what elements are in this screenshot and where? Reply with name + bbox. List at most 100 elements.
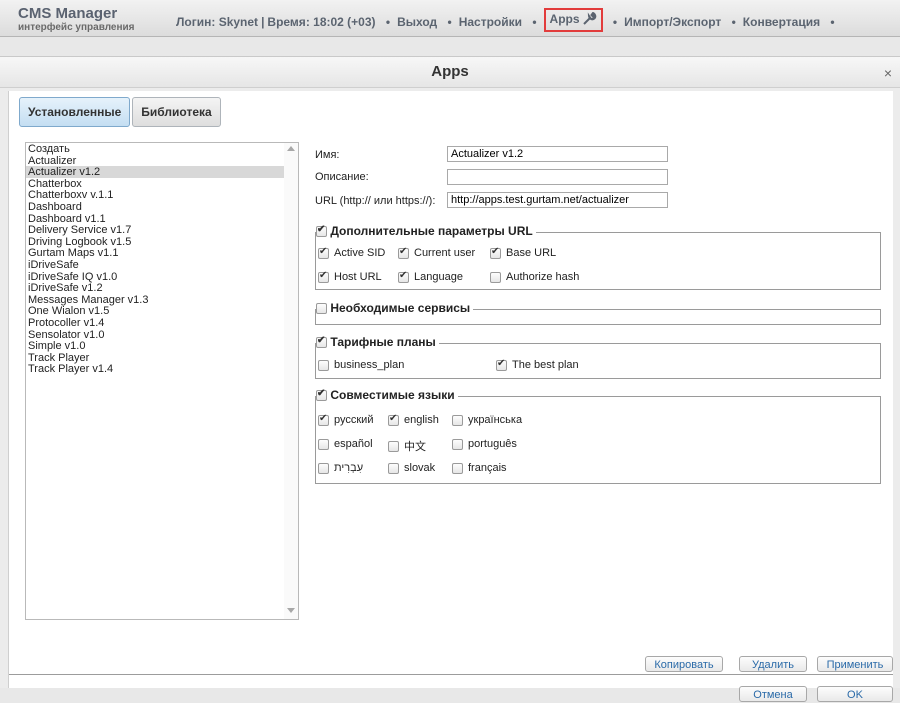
nav-settings[interactable]: Настройки <box>459 15 522 29</box>
opt-label: Authorize hash <box>506 271 580 284</box>
list-item[interactable]: Chatterbox <box>26 178 298 190</box>
cancel-button[interactable]: Отмена <box>739 686 807 702</box>
opt-host-url[interactable]: Host URL <box>318 270 382 284</box>
list-item[interactable]: Protocoller v1.4 <box>26 317 298 329</box>
ok-button[interactable]: OK <box>817 686 893 702</box>
app-list-items: Создать Actualizer Actualizer v1.2 Chatterb… <box>26 143 298 375</box>
footer-divider <box>9 674 893 675</box>
opt-language[interactable]: Language <box>398 270 463 283</box>
checkbox[interactable] <box>318 270 329 283</box>
list-item[interactable]: Actualizer v1.2 <box>26 166 298 178</box>
login-info: Логин: Skynet <box>176 15 259 30</box>
url-field[interactable] <box>447 192 668 208</box>
checkbox[interactable] <box>388 440 399 452</box>
app-list[interactable]: Создать Actualizer Actualizer v1.2 Chatterb… <box>25 142 299 620</box>
opt-lang-pt[interactable]: português <box>452 438 517 450</box>
languages-checkbox[interactable] <box>316 388 327 402</box>
opt-lang-sk[interactable]: slovak <box>388 462 435 474</box>
checkbox[interactable] <box>490 271 501 283</box>
opt-active-sid[interactable]: Active SID <box>318 246 386 260</box>
opt-authorize-hash[interactable]: Authorize hash <box>490 271 579 283</box>
nav-conversion[interactable]: Конвертация <box>743 15 820 29</box>
opt-label: українська <box>468 414 523 427</box>
dialog-title-bar: Apps × <box>0 57 900 88</box>
url-params-checkbox[interactable] <box>316 224 327 238</box>
checkbox[interactable] <box>496 358 507 371</box>
description-label: Описание: <box>315 171 369 183</box>
tab-installed[interactable]: Установленные <box>19 97 131 127</box>
services-checkbox[interactable] <box>316 303 327 315</box>
list-item[interactable]: Sensolator v1.0 <box>26 329 298 341</box>
delete-button[interactable]: Удалить <box>739 656 807 672</box>
list-item[interactable]: Dashboard <box>26 201 298 213</box>
opt-label: Host URL <box>334 271 382 284</box>
list-item[interactable]: Messages Manager v1.3 <box>26 294 298 306</box>
list-item[interactable]: Driving Logbook v1.5 <box>26 236 298 248</box>
services-legend: Необходимые сервисы <box>316 301 474 315</box>
close-icon[interactable]: × <box>884 65 892 81</box>
url-params-group: Дополнительные параметры URL Active SID … <box>315 224 881 290</box>
opt-lang-uk[interactable]: українська <box>452 414 522 426</box>
opt-lang-zh[interactable]: 中文 <box>388 438 426 454</box>
list-item[interactable]: Gurtam Maps v1.1 <box>26 247 298 260</box>
checkbox[interactable] <box>398 270 409 283</box>
checkbox[interactable] <box>318 413 329 426</box>
opt-lang-he[interactable]: עִבְרִית <box>318 462 363 474</box>
list-item[interactable]: One Wialon v1.5 <box>26 305 298 318</box>
languages-legend: Совместимые языки <box>316 388 458 402</box>
opt-label: Active SID <box>334 247 386 260</box>
list-scrollbar[interactable] <box>284 143 298 619</box>
opt-label: slovak <box>404 462 436 475</box>
list-item[interactable]: Создать <box>26 143 298 155</box>
list-item[interactable]: Chatterboxv v.1.1 <box>26 189 298 202</box>
apply-button[interactable]: Применить <box>817 656 893 672</box>
opt-lang-ru[interactable]: русский <box>318 413 374 427</box>
checkbox[interactable] <box>318 246 329 259</box>
opt-business-plan[interactable]: business_plan <box>318 359 404 371</box>
list-item[interactable]: Dashboard v1.1 <box>26 213 298 225</box>
list-item[interactable]: iDriveSafe v1.2 <box>26 282 298 294</box>
nav-logout[interactable]: Выход <box>397 15 437 29</box>
opt-label: Current user <box>414 247 476 260</box>
checkbox[interactable] <box>388 462 399 474</box>
opt-best-plan[interactable]: The best plan <box>496 358 579 371</box>
checkbox[interactable] <box>452 462 463 474</box>
checkbox[interactable] <box>388 413 399 426</box>
list-item[interactable]: Delivery Service v1.7 <box>26 224 298 236</box>
list-item[interactable]: Track Player <box>26 352 298 364</box>
opt-label: русский <box>334 414 374 427</box>
tab-library[interactable]: Библиотека <box>132 97 221 127</box>
nav-apps[interactable]: Apps <box>543 8 603 32</box>
opt-label: english <box>404 414 439 427</box>
tabs: Установленные Библиотека <box>19 97 223 127</box>
copy-button[interactable]: Копировать <box>645 656 723 672</box>
checkbox[interactable] <box>398 246 409 259</box>
opt-lang-en[interactable]: english <box>388 413 439 427</box>
checkbox[interactable] <box>452 414 463 426</box>
list-item[interactable]: iDriveSafe IQ v1.0 <box>26 271 298 283</box>
opt-base-url[interactable]: Base URL <box>490 246 556 259</box>
dialog-title: Apps <box>431 63 469 80</box>
checkbox[interactable] <box>318 462 329 474</box>
checkbox[interactable] <box>318 438 329 450</box>
nav-import-export[interactable]: Импорт/Экспорт <box>624 15 721 29</box>
opt-lang-es[interactable]: español <box>318 438 373 450</box>
checkbox[interactable] <box>318 359 329 371</box>
list-item[interactable]: Simple v1.0 <box>26 340 298 352</box>
opt-label: עִבְרִית <box>334 462 364 475</box>
plans-checkbox[interactable] <box>316 335 327 349</box>
scroll-up-icon[interactable] <box>287 146 295 151</box>
list-item[interactable]: Track Player v1.4 <box>26 363 298 375</box>
checkbox[interactable] <box>490 246 501 259</box>
services-title: Необходимые сервисы <box>330 301 471 315</box>
description-field[interactable] <box>447 169 668 185</box>
list-item[interactable]: Actualizer <box>26 155 298 167</box>
list-item[interactable]: iDriveSafe <box>26 259 298 271</box>
opt-lang-fr[interactable]: français <box>452 462 507 474</box>
plans-group: Тарифные планы business_plan The best pl… <box>315 335 881 379</box>
checkbox[interactable] <box>452 438 463 450</box>
opt-current-user[interactable]: Current user <box>398 246 476 260</box>
opt-label: español <box>334 438 373 451</box>
scroll-down-icon[interactable] <box>287 608 295 613</box>
name-field[interactable] <box>447 146 668 162</box>
